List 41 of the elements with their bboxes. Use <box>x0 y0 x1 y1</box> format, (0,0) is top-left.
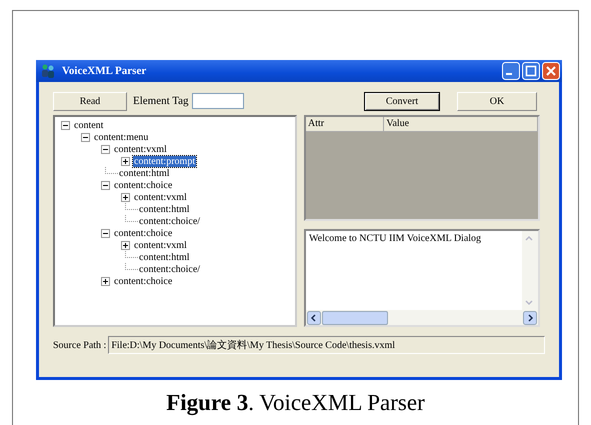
window-title: VoiceXML Parser <box>62 65 146 77</box>
tree-item[interactable]: content <box>73 120 104 130</box>
tree-item[interactable]: content:choice <box>113 228 174 238</box>
tree-item[interactable]: content:choice <box>113 180 174 190</box>
people-icon <box>40 63 56 79</box>
collapse-icon[interactable] <box>101 228 110 238</box>
minimize-icon[interactable] <box>502 62 520 80</box>
source-path-field: File:D:\My Documents\論文資料\My Thesis\Source Code\thesis.vxml <box>108 336 545 354</box>
tree-item[interactable]: content:choice/ <box>138 216 202 226</box>
expand-icon[interactable] <box>121 240 130 250</box>
element-tag-field[interactable] <box>192 93 244 109</box>
expand-icon[interactable] <box>121 192 130 202</box>
column-header[interactable]: Attr <box>306 117 384 132</box>
ok-button[interactable]: OK <box>457 92 537 110</box>
figure-caption: Figure 3. VoiceXML Parser <box>165 390 426 416</box>
log-text: Welcome to NCTU IIM VoiceXML Dialog <box>309 233 482 244</box>
collapse-icon[interactable] <box>101 180 110 190</box>
scroll-thumb[interactable] <box>322 310 388 324</box>
maximize-icon[interactable] <box>522 62 540 80</box>
convert-button[interactable]: Convert <box>364 92 440 110</box>
tree-item[interactable]: content:html <box>118 168 171 178</box>
tree-item[interactable]: content:choice <box>113 276 174 286</box>
tree-item[interactable]: content:html <box>138 252 191 262</box>
source-path-label: Source Path : <box>53 340 106 350</box>
tree-item[interactable]: content:html <box>138 204 191 214</box>
column-header[interactable]: Value <box>384 117 538 132</box>
collapse-icon[interactable] <box>61 120 70 130</box>
tree-item[interactable]: content:menu <box>93 132 150 142</box>
expand-icon[interactable] <box>101 276 110 286</box>
expand-icon[interactable] <box>121 156 130 166</box>
tree-item[interactable]: content:vxml <box>133 192 188 202</box>
read-button[interactable]: Read <box>53 92 127 110</box>
tree-item[interactable]: content:prompt <box>133 156 196 166</box>
tree-item[interactable]: content:vxml <box>133 240 188 250</box>
collapse-icon[interactable] <box>81 132 90 142</box>
element-tag-label: Element Tag <box>133 95 189 107</box>
tree-item[interactable]: content:choice/ <box>138 264 202 274</box>
horizontal-scrollbar[interactable] <box>306 310 538 325</box>
close-icon[interactable] <box>542 62 560 80</box>
collapse-icon[interactable] <box>101 144 110 154</box>
tree-item[interactable]: content:vxml <box>113 144 168 154</box>
